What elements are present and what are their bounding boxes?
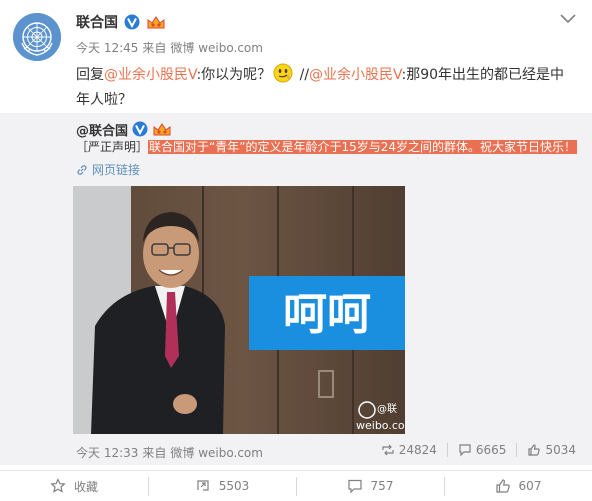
repost-repost-value: 24824 bbox=[398, 443, 437, 457]
mention-link[interactable]: @业余小股民V bbox=[104, 67, 196, 83]
repost-source[interactable]: 微博 weibo.com bbox=[170, 444, 263, 461]
action-bar: 收藏 5503 757 607 bbox=[0, 470, 592, 501]
repost-icon bbox=[382, 444, 394, 456]
like-button[interactable]: 607 bbox=[444, 471, 592, 501]
post-text-part1: :你以为呢？ bbox=[196, 67, 272, 83]
repost-comment-count[interactable]: 6665 bbox=[446, 443, 517, 457]
repost-via: 来自 bbox=[142, 446, 167, 460]
reply-prefix: 回复 bbox=[76, 67, 104, 83]
thumbs-up-icon bbox=[495, 479, 510, 493]
post-text-sep: // bbox=[295, 67, 310, 83]
web-link-label: 网页链接 bbox=[92, 163, 141, 177]
repost-like-value: 5034 bbox=[545, 443, 576, 457]
repost-stats: 24824 6665 5034 bbox=[371, 443, 576, 457]
repost-icon bbox=[197, 480, 209, 491]
vip-crown-icon[interactable] bbox=[146, 14, 166, 30]
repost-time[interactable]: 今天 12:33 bbox=[76, 444, 138, 461]
repost-text-prefix: ［严正声明］ bbox=[76, 140, 149, 154]
thumbs-up-icon bbox=[528, 444, 541, 456]
post-meta: 今天 12:45 来自 微博 weibo.com bbox=[76, 39, 263, 56]
post-text: 回复@业余小股民V:你以为呢？ //@业余小股民V:那90年出生的都已经是中年人… bbox=[76, 63, 576, 113]
image-caption: 呵呵 bbox=[283, 289, 371, 340]
like-count: 607 bbox=[518, 479, 542, 493]
repost-card: @联合国 ［严正声明］联合国对于“青年”的定义是年龄介于15岁与24岁之间的群体… bbox=[0, 113, 592, 465]
un-emblem-icon bbox=[13, 13, 61, 61]
web-link[interactable]: 网页链接 bbox=[76, 161, 140, 178]
post-via: 来自 bbox=[142, 41, 167, 55]
repost-comment-value: 6665 bbox=[475, 443, 507, 457]
vip-crown-icon[interactable] bbox=[152, 121, 172, 137]
avatar[interactable] bbox=[13, 13, 61, 61]
post-photo: 呵呵 @联 weibo.com bbox=[73, 186, 405, 434]
smirk-emoji-icon bbox=[273, 63, 293, 83]
repost-text-highlight: 联合国对于“青年”的定义是年龄介于15岁与24岁之间的群体。祝大家节日快乐！ bbox=[148, 140, 577, 154]
author-row: 联合国 bbox=[76, 12, 166, 32]
watermark-handle: @联 bbox=[377, 403, 397, 415]
star-icon bbox=[50, 478, 66, 493]
post-source[interactable]: 微博 weibo.com bbox=[170, 39, 263, 56]
repost-text: ［严正声明］联合国对于“青年”的定义是年龄介于15岁与24岁之间的群体。祝大家节… bbox=[76, 139, 577, 155]
repost-repost-count[interactable]: 24824 bbox=[371, 443, 447, 457]
mention-link[interactable]: @业余小股民V bbox=[309, 67, 401, 83]
repost-author[interactable]: @联合国 bbox=[76, 120, 128, 139]
chevron-down-icon[interactable] bbox=[559, 12, 577, 26]
repost-meta: 今天 12:33 来自 微博 weibo.com bbox=[76, 444, 263, 461]
author-name[interactable]: 联合国 bbox=[76, 12, 118, 32]
repost-like-count[interactable]: 5034 bbox=[516, 443, 576, 457]
repost-button[interactable]: 5503 bbox=[148, 471, 296, 501]
watermark-site: weibo.com bbox=[356, 419, 405, 432]
post-image[interactable]: 呵呵 @联 weibo.com bbox=[73, 186, 405, 434]
comment-button[interactable]: 757 bbox=[296, 471, 444, 501]
verified-v-icon bbox=[132, 121, 148, 137]
repost-author-row: @联合国 bbox=[76, 120, 172, 139]
comment-count: 757 bbox=[370, 479, 394, 493]
link-icon bbox=[77, 164, 87, 175]
post-time[interactable]: 今天 12:45 bbox=[76, 39, 138, 56]
comment-icon bbox=[459, 444, 471, 457]
favorite-label: 收藏 bbox=[73, 479, 98, 494]
verified-v-icon bbox=[124, 14, 140, 30]
favorite-button[interactable]: 收藏 bbox=[0, 471, 148, 501]
repost-count: 5503 bbox=[218, 479, 250, 493]
comment-icon bbox=[347, 479, 362, 494]
